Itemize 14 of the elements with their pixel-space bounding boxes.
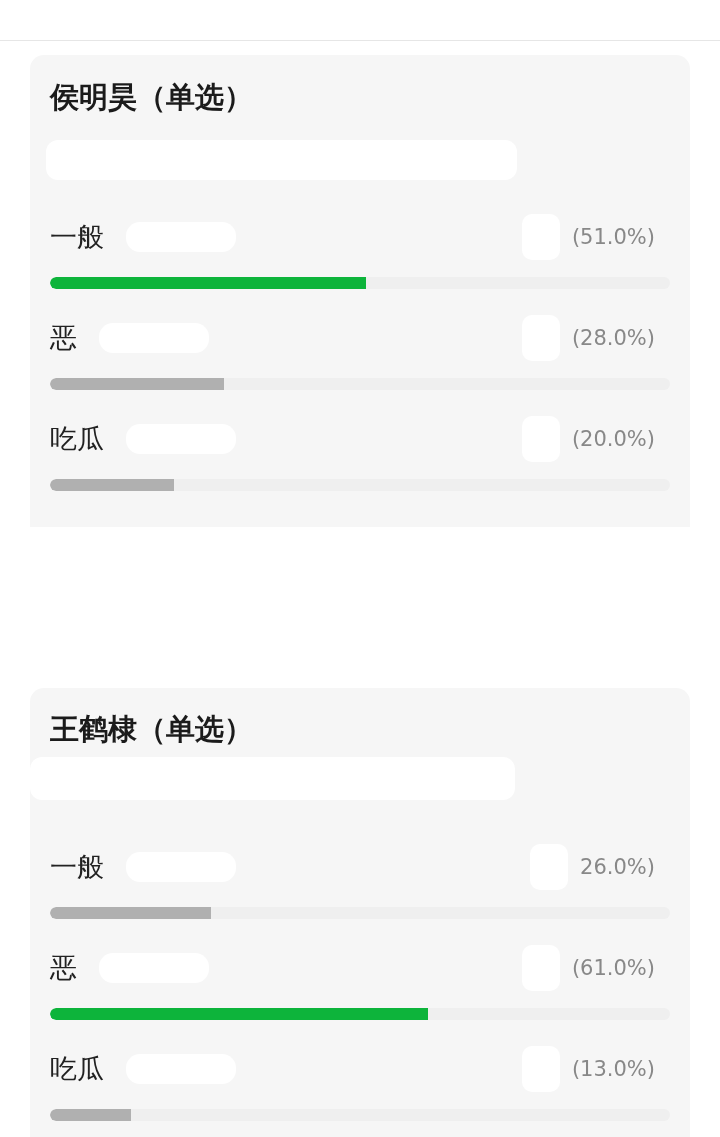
option-label: 恶: [50, 951, 77, 985]
option-label: 一般: [50, 850, 104, 884]
poll-title: 王鹤棣（单选）: [50, 711, 254, 748]
vote-percentage: (61.0%): [571, 956, 655, 980]
vote-percentage: (51.0%): [571, 225, 655, 249]
poll-title: 侯明昊（单选）: [50, 79, 254, 116]
vote-percentage: 26.0%): [580, 855, 655, 879]
vote-percentage: (28.0%): [571, 326, 655, 350]
option-label: 吃瓜: [50, 1052, 104, 1086]
option-label: 一般: [50, 220, 104, 254]
option-label: 恶: [50, 321, 77, 355]
option-label: 吃瓜: [50, 422, 104, 456]
vote-percentage: (13.0%): [571, 1057, 655, 1081]
vote-percentage: (20.0%): [571, 427, 655, 451]
